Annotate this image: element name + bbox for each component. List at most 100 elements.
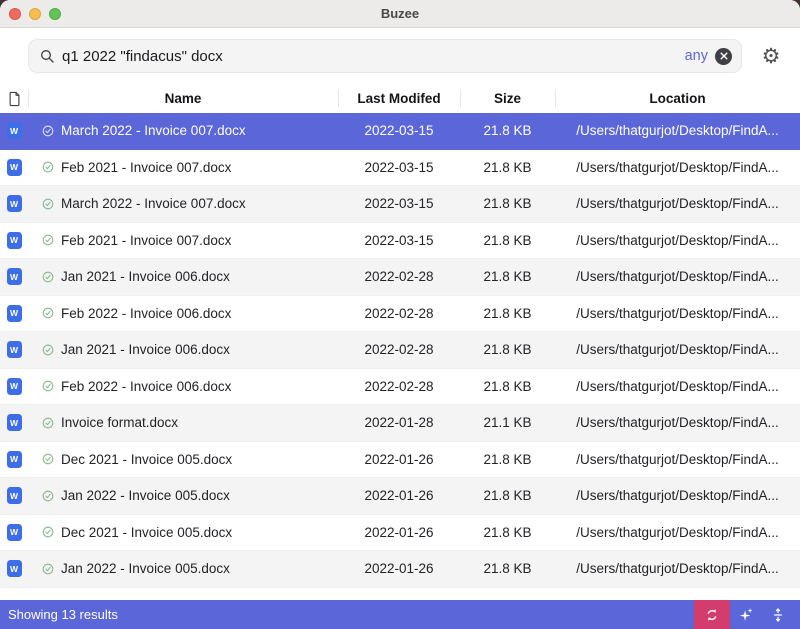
file-size: 21.1 KB [460,415,555,430]
column-header-modified[interactable]: Last Modifed [338,84,460,113]
file-size: 21.8 KB [460,561,555,576]
file-location: /Users/thatgurjot/Desktop/FindA... [555,233,800,248]
file-modified-date: 2022-01-28 [338,415,460,430]
settings-gear-icon[interactable]: ⚙ [758,46,784,67]
file-modified-date: 2022-02-28 [338,306,460,321]
refresh-button[interactable] [694,600,730,629]
filter-type-badge[interactable]: any [685,48,708,64]
minimize-button[interactable] [29,8,41,20]
file-location: /Users/thatgurjot/Desktop/FindA... [555,342,800,357]
file-modified-date: 2022-01-26 [338,525,460,540]
file-name: Feb 2021 - Invoice 007.docx [61,233,231,248]
table-row[interactable]: W March 2022 - Invoice 007.docx 2022-03-… [0,113,800,150]
sparkles-ai-button[interactable] [730,600,762,629]
search-input-container[interactable]: q1 2022 "findacus" docx any [28,39,742,73]
file-name: Jan 2022 - Invoice 005.docx [61,488,230,503]
table-row[interactable]: W Jan 2022 - Invoice 005.docx 2022-01-26… [0,478,800,515]
file-modified-date: 2022-02-28 [338,269,460,284]
file-modified-date: 2022-03-15 [338,196,460,211]
close-button[interactable] [9,8,21,20]
file-size: 21.8 KB [460,452,555,467]
word-file-icon: W [7,341,22,358]
table-row[interactable]: W Invoice format.docx 2022-01-28 21.1 KB… [0,405,800,442]
file-location: /Users/thatgurjot/Desktop/FindA... [555,160,800,175]
table-row[interactable]: W Jan 2021 - Invoice 006.docx 2022-02-28… [0,332,800,369]
table-row[interactable]: W Dec 2021 - Invoice 005.docx 2022-01-26… [0,515,800,552]
check-circle-icon [42,198,54,210]
search-bar-section: q1 2022 "findacus" docx any ⚙ [0,28,800,84]
check-circle-icon [42,307,54,319]
file-location: /Users/thatgurjot/Desktop/FindA... [555,269,800,284]
word-file-icon: W [7,195,22,212]
column-header-filetype[interactable] [0,84,28,113]
file-modified-date: 2022-01-26 [338,561,460,576]
file-name: Feb 2022 - Invoice 006.docx [61,379,231,394]
file-modified-date: 2022-03-15 [338,233,460,248]
file-size: 21.8 KB [460,488,555,503]
table-row[interactable]: W Jan 2021 - Invoice 006.docx 2022-02-28… [0,259,800,296]
clear-search-button[interactable] [715,48,732,65]
vertical-expand-icon [770,607,786,623]
file-location: /Users/thatgurjot/Desktop/FindA... [555,196,800,211]
table-row[interactable]: W Feb 2021 - Invoice 007.docx 2022-03-15… [0,223,800,260]
file-name: March 2022 - Invoice 007.docx [61,123,246,138]
column-header-name[interactable]: Name [28,84,338,113]
results-count-text: Showing 13 results [0,607,694,622]
traffic-lights [9,0,61,27]
expand-results-button[interactable] [762,600,794,629]
table-row[interactable]: W Feb 2022 - Invoice 006.docx 2022-02-28… [0,369,800,406]
check-circle-icon [42,417,54,429]
table-header: Name Last Modifed Size Location [0,84,800,113]
word-file-icon: W [7,451,22,468]
file-name: Dec 2021 - Invoice 005.docx [61,452,232,467]
word-file-icon: W [7,159,22,176]
file-location: /Users/thatgurjot/Desktop/FindA... [555,415,800,430]
fullscreen-button[interactable] [49,8,61,20]
file-location: /Users/thatgurjot/Desktop/FindA... [555,306,800,321]
file-size: 21.8 KB [460,342,555,357]
column-header-size[interactable]: Size [460,84,555,113]
word-file-icon: W [7,560,22,577]
check-circle-icon [42,526,54,538]
table-row[interactable]: W Jan 2022 - Invoice 005.docx 2022-01-26… [0,551,800,588]
app-window: Buzee q1 2022 "findacus" docx any ⚙ [0,0,800,629]
file-modified-date: 2022-01-26 [338,452,460,467]
check-circle-icon [42,344,54,356]
window-title: Buzee [381,6,419,21]
word-file-icon: W [7,524,22,541]
results-body: W March 2022 - Invoice 007.docx 2022-03-… [0,113,800,588]
table-row[interactable]: W Dec 2021 - Invoice 005.docx 2022-01-26… [0,442,800,479]
status-bar-actions [694,600,800,629]
file-modified-date: 2022-03-15 [338,160,460,175]
file-name: Dec 2021 - Invoice 005.docx [61,525,232,540]
file-location: /Users/thatgurjot/Desktop/FindA... [555,561,800,576]
file-modified-date: 2022-01-26 [338,488,460,503]
file-name: Feb 2021 - Invoice 007.docx [61,160,231,175]
file-modified-date: 2022-02-28 [338,342,460,357]
titlebar: Buzee [0,0,800,28]
word-file-icon: W [7,414,22,431]
file-location: /Users/thatgurjot/Desktop/FindA... [555,488,800,503]
file-location: /Users/thatgurjot/Desktop/FindA... [555,525,800,540]
table-row[interactable]: W March 2022 - Invoice 007.docx 2022-03-… [0,186,800,223]
file-size: 21.8 KB [460,196,555,211]
table-row[interactable]: W Feb 2022 - Invoice 006.docx 2022-02-28… [0,296,800,333]
file-size: 21.8 KB [460,379,555,394]
file-size: 21.8 KB [460,233,555,248]
file-size: 21.8 KB [460,306,555,321]
word-file-icon: W [7,378,22,395]
table-row[interactable]: W Feb 2021 - Invoice 007.docx 2022-03-15… [0,150,800,187]
file-modified-date: 2022-03-15 [338,123,460,138]
file-modified-date: 2022-02-28 [338,379,460,394]
file-location: /Users/thatgurjot/Desktop/FindA... [555,379,800,394]
file-location: /Users/thatgurjot/Desktop/FindA... [555,452,800,467]
file-name: Jan 2021 - Invoice 006.docx [61,342,230,357]
check-circle-icon [42,234,54,246]
check-circle-icon [42,271,54,283]
search-input[interactable]: q1 2022 "findacus" docx [62,48,678,65]
file-name: March 2022 - Invoice 007.docx [61,196,246,211]
file-name: Invoice format.docx [61,415,178,430]
check-circle-icon [42,161,54,173]
check-circle-icon [42,125,54,137]
column-header-location[interactable]: Location [555,84,800,113]
